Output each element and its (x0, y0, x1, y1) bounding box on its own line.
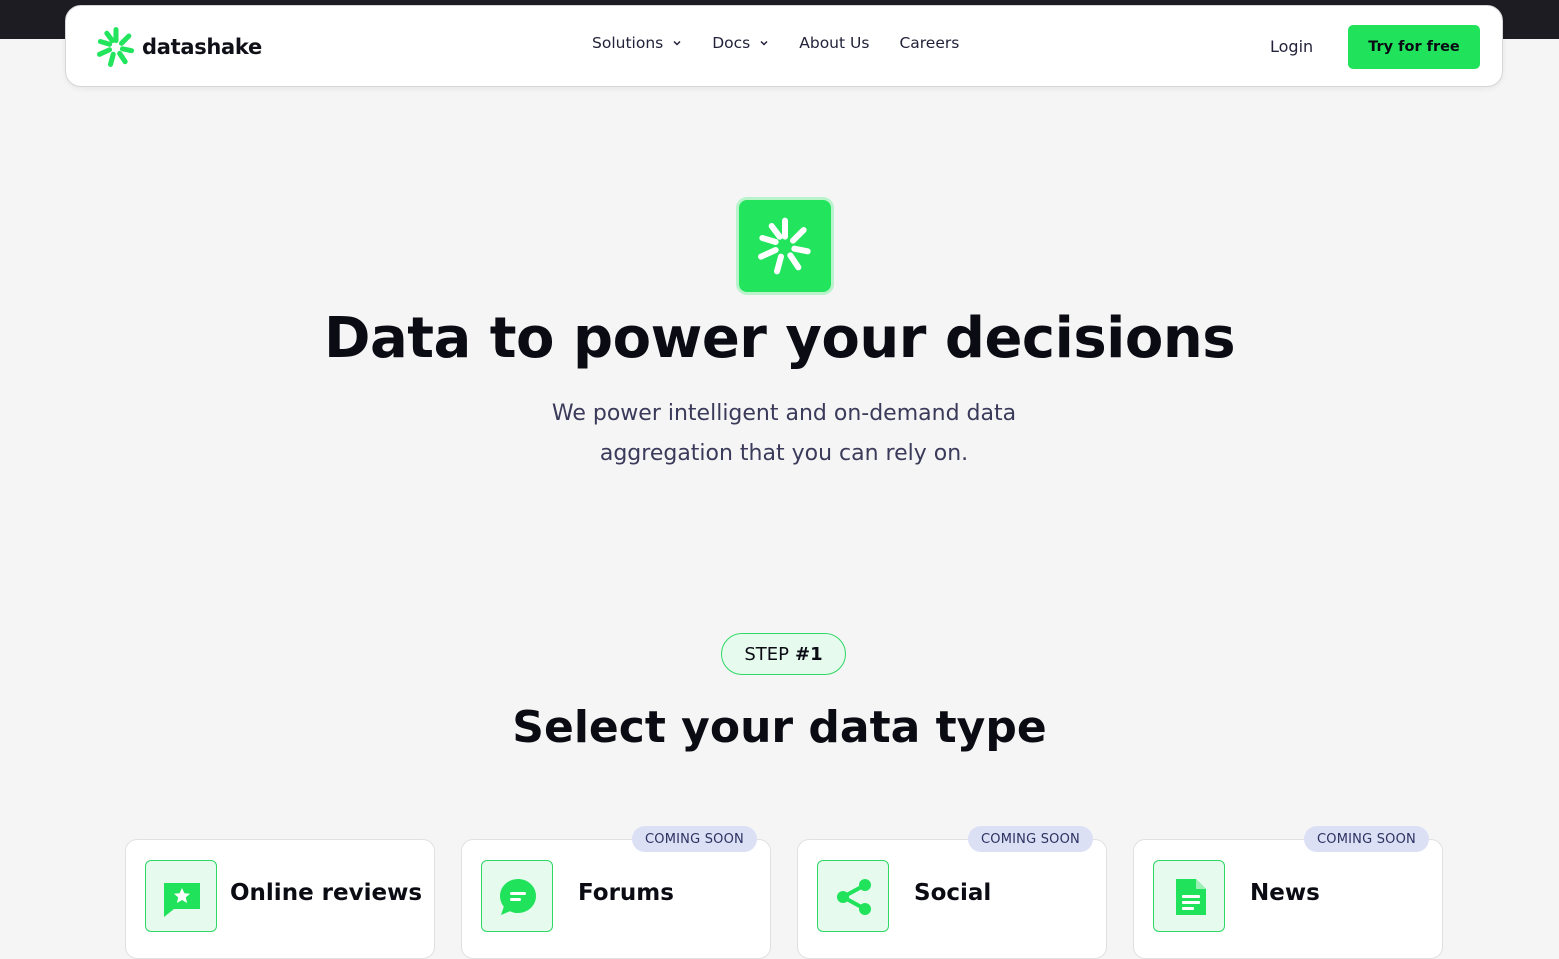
review-star-icon (164, 883, 200, 917)
chat-bubble-icon (500, 879, 536, 915)
document-icon (1176, 879, 1206, 915)
share-icon (837, 879, 871, 915)
chevron-down-icon (760, 40, 768, 46)
card-label: Social (914, 880, 992, 906)
try-for-free-button[interactable]: Try for free (1348, 25, 1480, 69)
hero-subtitle-line-1: We power intelligent and on-demand data (551, 401, 1017, 426)
nav-about-us[interactable]: About Us (799, 34, 869, 52)
step-prefix: STEP (744, 643, 790, 665)
hero-subtitle-line-2: aggregation that you can rely on. (599, 441, 969, 466)
brand-logo[interactable]: datashake (94, 24, 262, 70)
coming-soon-badge: COMING SOON (968, 826, 1093, 852)
card-icon-box (145, 860, 217, 932)
step-pill: STEP #1 (721, 633, 846, 675)
card-icon-box (1153, 860, 1225, 932)
nav-careers[interactable]: Careers (899, 34, 959, 52)
nav-solutions[interactable]: Solutions (592, 34, 682, 52)
card-label: Forums (578, 880, 674, 906)
card-label: News (1250, 880, 1320, 906)
step-number: #1 (795, 643, 823, 665)
card-label: Online reviews (230, 880, 423, 906)
data-type-card-online-reviews[interactable]: Online reviews (125, 839, 435, 959)
data-type-card-news[interactable]: News (1133, 839, 1443, 959)
nav-docs-label: Docs (712, 34, 751, 52)
hero-subtitle: We power intelligent and on-demand data … (479, 394, 1089, 474)
datashake-logo-icon (758, 217, 811, 275)
nav-solutions-label: Solutions (592, 34, 664, 52)
coming-soon-badge: COMING SOON (632, 826, 757, 852)
data-type-card-social[interactable]: Social (797, 839, 1107, 959)
datashake-logo-icon (96, 27, 135, 67)
coming-soon-badge: COMING SOON (1304, 826, 1429, 852)
hero-title: Data to power your decisions (323, 306, 1236, 371)
login-link[interactable]: Login (1270, 37, 1313, 56)
data-type-card-forums[interactable]: Forums (461, 839, 771, 959)
hero-logo-badge (739, 200, 831, 292)
nav-links: Solutions Docs About Us Careers (592, 34, 989, 52)
card-icon-box (817, 860, 889, 932)
main-navigation: datashake Solutions Docs About Us Career… (65, 5, 1503, 87)
card-icon-box (481, 860, 553, 932)
chevron-down-icon (673, 40, 681, 46)
brand-name: datashake (142, 35, 262, 59)
section-title: Select your data type (512, 702, 1047, 753)
nav-docs[interactable]: Docs (712, 34, 769, 52)
